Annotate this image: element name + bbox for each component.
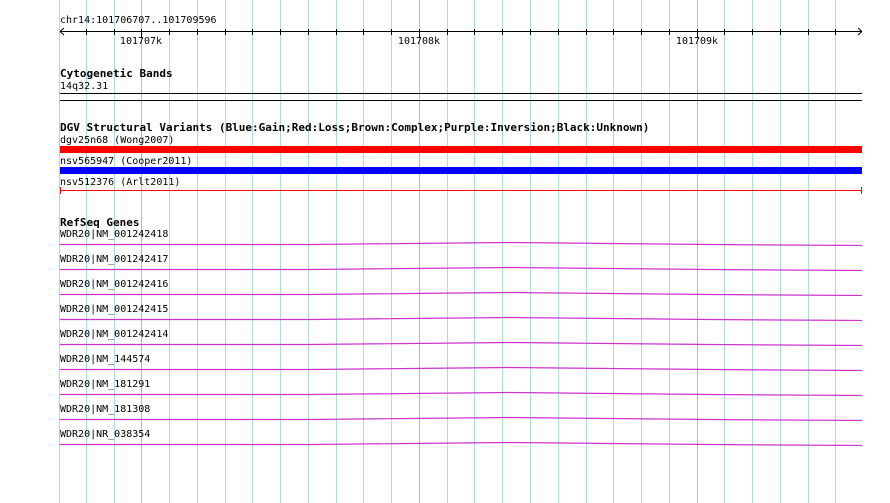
refseq-gene-model[interactable] (60, 363, 862, 371)
refseq-gene-model[interactable] (60, 288, 862, 296)
genome-browser: chr14:101706707..101709596 101707k 101708… (0, 0, 890, 503)
cytoband-label: 14q32.31 (60, 81, 109, 92)
refseq-track-title: RefSeq Genes (60, 216, 140, 229)
refseq-gene-model[interactable] (60, 338, 862, 346)
dgv-feature-bar-loss[interactable] (60, 146, 862, 153)
gene-intron-line (60, 241, 862, 246)
refseq-gene-model[interactable] (60, 313, 862, 321)
dgv-feature-label: nsv565947 (Cooper2011) (60, 156, 193, 167)
refseq-gene-model[interactable] (60, 388, 862, 396)
gene-intron-line (60, 416, 862, 421)
dgv-feature-bar-loss-thin[interactable] (60, 187, 862, 194)
refseq-gene-model[interactable] (60, 238, 862, 246)
refseq-gene-model[interactable] (60, 438, 862, 446)
gene-intron-line (60, 316, 862, 321)
ruler-tick-label: 101708k (398, 36, 440, 47)
refseq-gene-model[interactable] (60, 263, 862, 271)
cytoband-track-title: Cytogenetic Bands (60, 67, 173, 80)
dgv-feature-label: dgv25n68 (Wong2007) (60, 135, 175, 146)
cytoband-bar[interactable] (60, 93, 862, 101)
dgv-feature-bar-gain[interactable] (60, 167, 862, 174)
gene-intron-line (60, 266, 862, 271)
gene-intron-line (60, 366, 862, 371)
dgv-track-title: DGV Structural Variants (Blue:Gain;Red:L… (60, 121, 650, 134)
refseq-gene-model[interactable] (60, 413, 862, 421)
gene-intron-line (60, 341, 862, 346)
ruler-tick-label: 101709k (676, 36, 718, 47)
gene-intron-line (60, 391, 862, 396)
gene-intron-line (60, 291, 862, 296)
gene-intron-line (60, 441, 862, 446)
ruler-tick-label: 101707k (120, 36, 162, 47)
